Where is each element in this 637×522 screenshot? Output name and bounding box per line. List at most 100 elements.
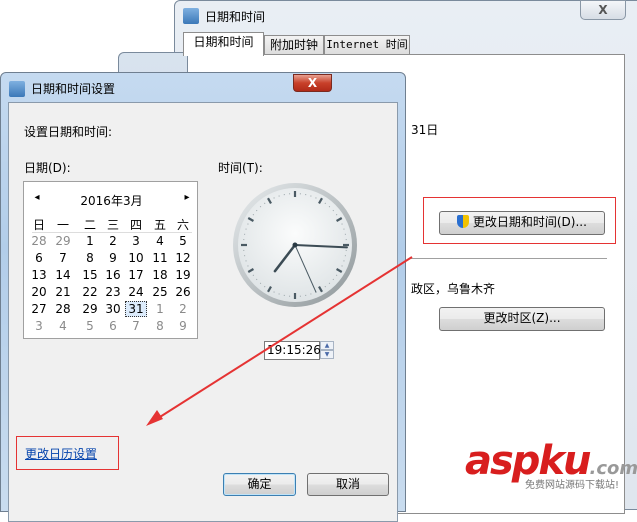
date-label: 日期(D):: [24, 159, 71, 176]
calendar-day[interactable]: 8: [79, 251, 101, 265]
change-datetime-button[interactable]: 更改日期和时间(D)...: [439, 211, 605, 235]
prev-month-button[interactable]: ◂: [26, 192, 48, 203]
dialog-title: 日期和时间设置: [31, 80, 115, 97]
calendar-day[interactable]: 2: [172, 302, 194, 316]
calendar-day[interactable]: 11: [149, 251, 171, 265]
calendar-day[interactable]: 4: [149, 234, 171, 248]
weekday-header: 五: [149, 216, 171, 233]
time-label: 时间(T):: [218, 159, 263, 176]
calendar-settings-link[interactable]: 更改日历设置: [25, 445, 97, 462]
time-input[interactable]: 19:15:26: [264, 341, 320, 360]
change-timezone-button[interactable]: 更改时区(Z)...: [439, 307, 605, 331]
calendar-day[interactable]: 18: [149, 268, 171, 282]
weekday-header: 四: [125, 216, 147, 233]
calendar-day[interactable]: 2: [102, 234, 124, 248]
date-time-icon: [183, 8, 199, 24]
separator: [411, 258, 607, 259]
dialog-body: 设置日期和时间: 日期(D): 时间(T): ◂ 2016年3月 ▸ 日一二三四…: [8, 102, 398, 522]
tab-date-time[interactable]: 日期和时间: [183, 32, 264, 56]
weekday-header: 三: [102, 216, 124, 233]
calendar-day[interactable]: 25: [149, 285, 171, 299]
watermark: aspku.com 免费网站源码下载站!: [465, 438, 637, 484]
calendar-day[interactable]: 3: [28, 319, 50, 333]
date-text: 31日: [411, 121, 438, 138]
clock-center: [293, 243, 298, 248]
calendar-day[interactable]: 7: [125, 319, 147, 333]
calendar-day[interactable]: 6: [28, 251, 50, 265]
calendar-day[interactable]: 24: [125, 285, 147, 299]
minute-tick: [253, 214, 254, 215]
minute-tick: [260, 206, 261, 207]
calendar-day[interactable]: 26: [172, 285, 194, 299]
minute-tick: [256, 279, 257, 280]
change-datetime-label: 更改日期和时间(D)...: [473, 215, 587, 229]
calendar-day[interactable]: 4: [52, 319, 74, 333]
calendar-day[interactable]: 12: [172, 251, 194, 265]
watermark-tagline: 免费网站源码下载站!: [525, 476, 619, 491]
calendar-day[interactable]: 1: [79, 234, 101, 248]
calendar[interactable]: ◂ 2016年3月 ▸ 日一二三四五六282912345678910111213…: [23, 181, 198, 339]
minute-tick: [260, 283, 261, 284]
calendar-day[interactable]: 14: [52, 268, 74, 282]
calendar-day[interactable]: 20: [28, 285, 50, 299]
calendar-day[interactable]: 27: [28, 302, 50, 316]
date-time-settings-dialog: 日期和时间设置 X 设置日期和时间: 日期(D): 时间(T): ◂ 2016年…: [0, 72, 406, 512]
close-button[interactable]: X: [293, 74, 332, 92]
calendar-day[interactable]: 31: [125, 301, 147, 317]
calendar-day[interactable]: 5: [172, 234, 194, 248]
minute-tick: [329, 206, 330, 207]
calendar-day[interactable]: 19: [172, 268, 194, 282]
minute-tick: [325, 203, 326, 204]
calendar-day[interactable]: 28: [28, 234, 50, 248]
calendar-day[interactable]: 22: [79, 285, 101, 299]
weekday-header: 六: [172, 216, 194, 233]
next-month-button[interactable]: ▸: [176, 192, 198, 203]
minute-tick: [336, 275, 337, 276]
cancel-button[interactable]: 取消: [307, 473, 389, 496]
tab-additional-clocks[interactable]: 附加时钟: [264, 35, 324, 55]
calendar-day[interactable]: 6: [102, 319, 124, 333]
minute-tick: [325, 286, 326, 287]
calendar-day[interactable]: 9: [172, 319, 194, 333]
minute-tick: [336, 214, 337, 215]
minute-tick: [264, 203, 265, 204]
analog-clock: [231, 181, 359, 309]
minute-tick: [253, 275, 254, 276]
time-down-button[interactable]: ▼: [320, 350, 334, 359]
minute-tick: [329, 283, 330, 284]
minute-tick: [264, 286, 265, 287]
calendar-day[interactable]: 10: [125, 251, 147, 265]
month-title[interactable]: 2016年3月: [64, 192, 159, 209]
timezone-text: 政区，乌鲁木齐: [411, 280, 495, 297]
close-button[interactable]: X: [580, 0, 626, 20]
calendar-day[interactable]: 7: [52, 251, 74, 265]
calendar-day[interactable]: 5: [79, 319, 101, 333]
minute-tick: [256, 210, 257, 211]
weekday-header: 日: [28, 216, 50, 233]
calendar-day[interactable]: 28: [52, 302, 74, 316]
calendar-day[interactable]: 21: [52, 285, 74, 299]
window-title: 日期和时间: [205, 8, 265, 25]
date-time-icon: [9, 81, 25, 97]
tab-internet-time[interactable]: Internet 时间: [324, 35, 410, 55]
calendar-day[interactable]: 29: [79, 302, 101, 316]
calendar-day[interactable]: 8: [149, 319, 171, 333]
calendar-day[interactable]: 29: [52, 234, 74, 248]
calendar-day[interactable]: 3: [125, 234, 147, 248]
calendar-day[interactable]: 30: [102, 302, 124, 316]
minute-tick: [333, 279, 334, 280]
calendar-day[interactable]: 9: [102, 251, 124, 265]
calendar-day[interactable]: 13: [28, 268, 50, 282]
weekday-header: 一: [52, 216, 74, 233]
ok-button[interactable]: 确定: [223, 473, 296, 496]
uac-shield-icon: [457, 215, 469, 228]
calendar-day[interactable]: 16: [102, 268, 124, 282]
time-up-button[interactable]: ▲: [320, 341, 334, 350]
calendar-day[interactable]: 23: [102, 285, 124, 299]
minute-tick: [333, 210, 334, 211]
calendar-day[interactable]: 17: [125, 268, 147, 282]
calendar-day[interactable]: 1: [149, 302, 171, 316]
weekday-header: 二: [79, 216, 101, 233]
calendar-day[interactable]: 15: [79, 268, 101, 282]
heading: 设置日期和时间:: [24, 123, 112, 140]
